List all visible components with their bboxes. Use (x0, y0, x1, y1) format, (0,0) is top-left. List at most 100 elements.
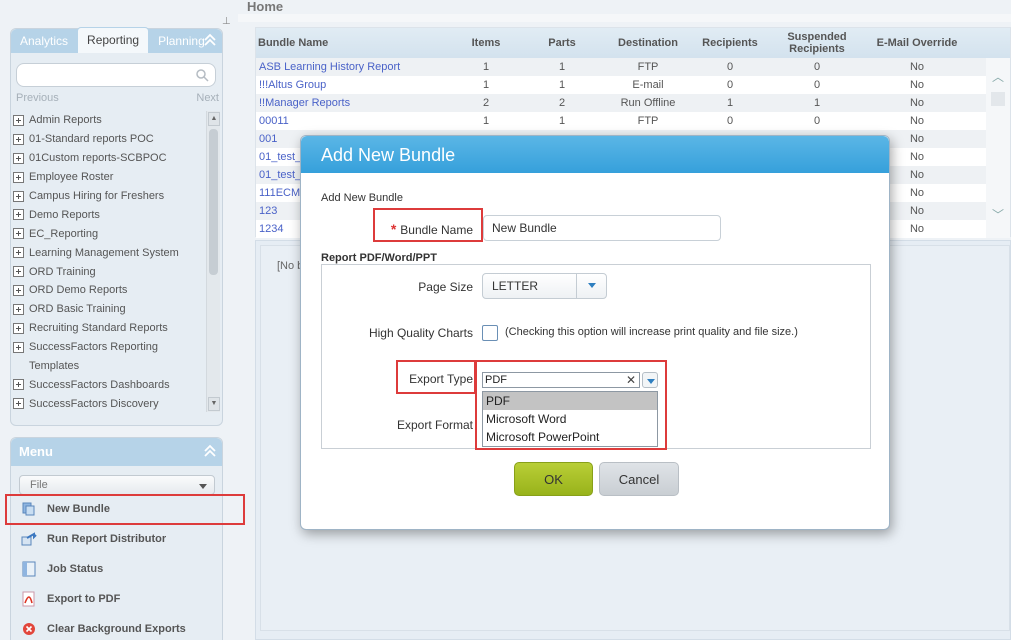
job-status-menu-item[interactable]: Job Status (21, 557, 103, 581)
folder-item[interactable]: Campus Hiring for Freshers (13, 187, 205, 206)
cell-parts: 2 (558, 97, 566, 109)
col-parts[interactable]: Parts (516, 28, 608, 58)
scroll-thumb[interactable] (991, 92, 1005, 106)
previous-link[interactable]: Previous (16, 92, 59, 104)
run-report-distributor-menu-item[interactable]: Run Report Distributor (21, 527, 166, 551)
bundle-name-input[interactable]: New Bundle (483, 215, 721, 241)
tab-reporting[interactable]: Reporting (77, 27, 150, 53)
folder-item[interactable]: Recruiting Standard Reports (13, 319, 205, 338)
hq-charts-checkbox[interactable] (482, 325, 498, 341)
cell-suspended: 0 (813, 61, 821, 73)
folder-label: 01-Standard reports POC (29, 133, 154, 146)
table-row[interactable]: !!Manager Reports 2 2 Run Offline 1 1 No (256, 94, 1010, 112)
chevron-up-icon[interactable]: ︿ (992, 68, 1004, 85)
cancel-button[interactable]: Cancel (599, 462, 679, 496)
cell-bundle-name[interactable]: 00011 (256, 112, 456, 130)
expand-icon[interactable] (13, 171, 24, 183)
grid-scrollbar[interactable]: ︿ ﹀ (986, 58, 1010, 238)
chevron-down-icon[interactable] (576, 274, 606, 298)
clear-background-exports-menu-item[interactable]: Clear Background Exports (21, 617, 186, 640)
dialog-subtitle: Add New Bundle (321, 192, 403, 204)
col-email-override[interactable]: E-Mail Override (862, 28, 972, 58)
folder-item[interactable]: 01-Standard reports POC (13, 130, 205, 149)
folder-label: SuccessFactors Dashboards (29, 378, 170, 391)
cell-destination: Run Offline (620, 97, 676, 109)
collapse-icon[interactable] (202, 32, 218, 48)
folder-item[interactable]: Learning Management System (13, 243, 205, 262)
folder-item[interactable]: ORD Basic Training (13, 300, 205, 319)
folder-item[interactable]: Templates (13, 357, 205, 376)
expand-icon[interactable] (13, 284, 24, 296)
expand-icon[interactable] (13, 133, 24, 145)
export-to-pdf-menu-item[interactable]: Export to PDF (21, 587, 120, 611)
expand-icon[interactable] (13, 398, 24, 410)
hq-charts-label: High Quality Charts (368, 326, 473, 340)
folder-item[interactable]: SuccessFactors Reporting (13, 338, 205, 357)
table-row[interactable]: ASB Learning History Report 1 1 FTP 0 0 No (256, 58, 1010, 76)
job-status-icon (21, 561, 37, 577)
report-navigator: Analytics Reporting Planning Previous Ne… (10, 27, 223, 426)
expand-icon[interactable] (13, 303, 24, 315)
page-title: Home (247, 0, 284, 14)
pin-icon[interactable]: ⊥ (222, 16, 231, 27)
scroll-down-icon[interactable]: ▼ (208, 397, 220, 411)
cell-items: 1 (482, 79, 490, 91)
cell-suspended: 0 (813, 79, 821, 91)
expand-icon[interactable] (13, 114, 24, 126)
folder-item[interactable]: SuccessFactors Discovery (13, 394, 205, 413)
folder-item[interactable]: Demo Reports (13, 205, 205, 224)
expand-icon[interactable] (13, 152, 24, 164)
report-search-input[interactable] (16, 63, 216, 87)
search-icon[interactable] (195, 68, 209, 82)
folder-item[interactable]: Employee Roster (13, 168, 205, 187)
expand-icon[interactable] (13, 190, 24, 202)
cell-bundle-name[interactable]: !!Manager Reports (256, 94, 456, 112)
tab-analytics[interactable]: Analytics (11, 29, 77, 53)
folder-label: Campus Hiring for Freshers (29, 190, 165, 202)
cell-parts: 1 (558, 61, 566, 73)
folder-label: ORD Demo Reports (29, 284, 128, 297)
next-link[interactable]: Next (196, 92, 219, 104)
folder-label: Demo Reports (29, 208, 100, 221)
table-row[interactable]: 00011 1 1 FTP 0 0 No (256, 112, 1010, 130)
expand-icon[interactable] (13, 379, 24, 391)
col-suspended-recipients[interactable]: Suspended Recipients (772, 28, 862, 58)
expand-icon[interactable] (13, 209, 24, 221)
col-items[interactable]: Items (456, 28, 516, 58)
add-new-bundle-dialog: Add New Bundle Add New Bundle * Bundle Na… (300, 135, 890, 530)
folder-list-scrollbar[interactable]: ▲ ▼ (206, 111, 220, 412)
folder-item[interactable]: ORD Demo Reports (13, 281, 205, 300)
cell-destination: E-mail (632, 79, 664, 91)
col-recipients[interactable]: Recipients (688, 28, 772, 58)
grid-header: Bundle Name Items Parts Destination Reci… (256, 28, 1010, 58)
folder-item[interactable]: EC_Reporting (13, 224, 205, 243)
col-bundle-name[interactable]: Bundle Name (256, 28, 456, 58)
folder-item[interactable]: Admin Reports (13, 111, 205, 130)
folder-item[interactable]: ORD Training (13, 262, 205, 281)
annotation-highlight (396, 360, 476, 394)
cell-parts: 1 (558, 115, 566, 127)
file-select[interactable]: File (19, 475, 215, 495)
cell-email-override: No (909, 61, 925, 73)
folder-item[interactable]: SuccessFactors Dashboards (13, 375, 205, 394)
col-destination[interactable]: Destination (608, 28, 688, 58)
expand-icon[interactable] (13, 228, 24, 240)
cell-bundle-name[interactable]: ASB Learning History Report (256, 58, 456, 76)
expand-icon[interactable] (13, 266, 24, 278)
chevron-down-icon[interactable]: ﹀ (992, 206, 1004, 223)
collapse-icon[interactable] (202, 443, 218, 459)
folder-item[interactable]: 01Custom reports-SCBPOC (13, 149, 205, 168)
page-size-select[interactable]: LETTER (482, 273, 607, 299)
expand-icon[interactable] (13, 341, 24, 353)
cell-bundle-name[interactable]: !!!Altus Group (256, 76, 456, 94)
report-folder-list: Admin Reports 01-Standard reports POC 01… (13, 111, 205, 413)
cell-items: 1 (482, 115, 490, 127)
scroll-thumb[interactable] (209, 129, 218, 275)
menu-header: Menu (11, 438, 222, 466)
expand-icon[interactable] (13, 247, 24, 259)
cell-parts: 1 (558, 79, 566, 91)
scroll-up-icon[interactable]: ▲ (208, 112, 220, 126)
ok-button[interactable]: OK (514, 462, 593, 496)
expand-icon[interactable] (13, 322, 24, 334)
table-row[interactable]: !!!Altus Group 1 1 E-mail 0 0 No (256, 76, 1010, 94)
